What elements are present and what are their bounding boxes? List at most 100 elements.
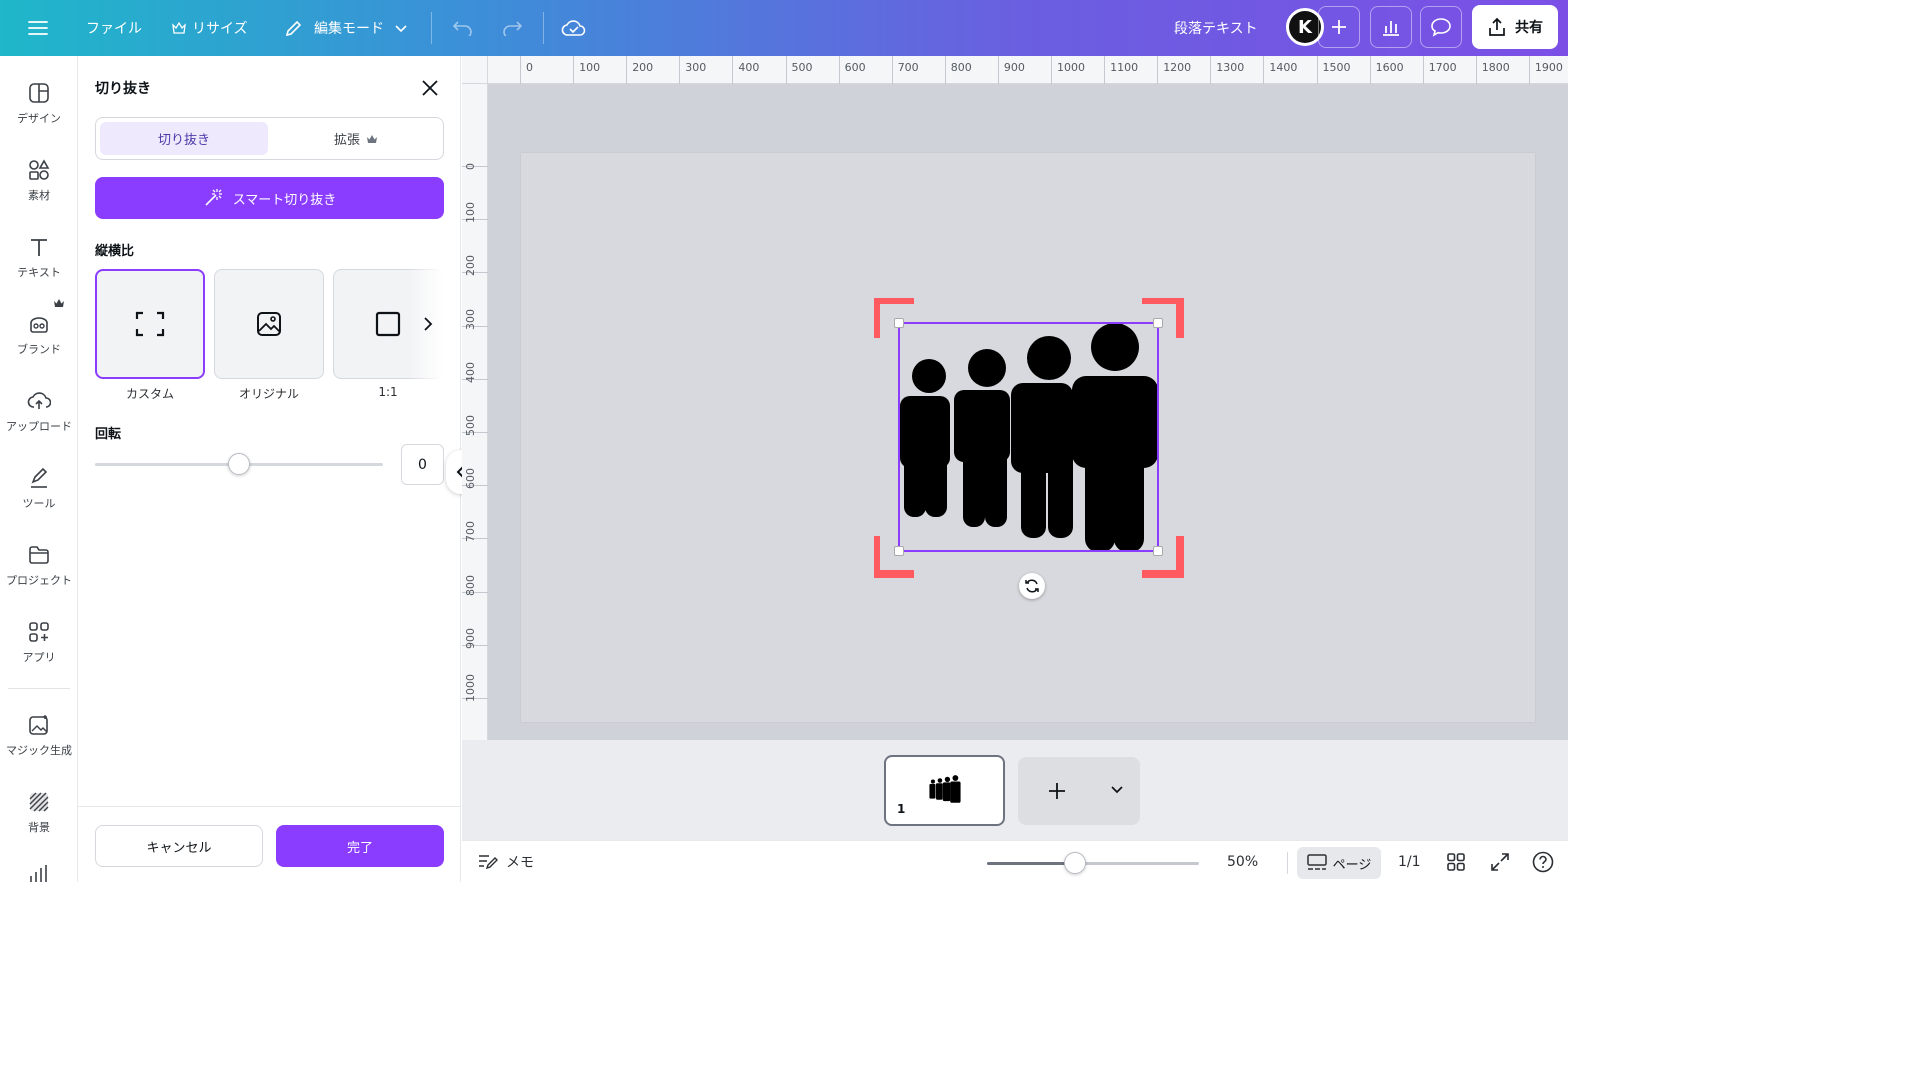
- share-label: 共有: [1515, 20, 1543, 36]
- ruler-tick: [891, 56, 893, 84]
- sidebar-item-label: テキスト: [17, 266, 61, 279]
- page-thumbnails-strip: [462, 740, 1568, 840]
- sidebar-item-elements[interactable]: 素材: [0, 153, 78, 223]
- resize-handle[interactable]: [1153, 546, 1163, 556]
- sidebar-item-projects[interactable]: プロジェクト: [0, 538, 78, 608]
- close-button[interactable]: [418, 76, 442, 100]
- sidebar-item-tools[interactable]: ツール: [0, 461, 78, 531]
- ruler-label: 700: [897, 61, 919, 74]
- avatar-letter: K: [1289, 11, 1321, 43]
- vertical-ruler: 0 100 200 300 400 500 600 700 800 900 1000: [462, 84, 488, 740]
- brand-icon: [30, 317, 48, 333]
- sidebar-item-label: マジック生成: [6, 744, 72, 757]
- ratio-label: 1:1: [378, 385, 398, 399]
- resize-handle[interactable]: [894, 318, 904, 328]
- help-button[interactable]: [1532, 841, 1554, 883]
- sidebar-item-label: プロジェクト: [6, 574, 72, 587]
- done-button[interactable]: 完了: [276, 825, 444, 867]
- ruler-label: 1900: [1534, 61, 1563, 74]
- ruler-label: 1800: [1481, 61, 1510, 74]
- sidebar-divider: [8, 688, 70, 689]
- ruler-tick: [838, 56, 840, 84]
- resize-button[interactable]: リサイズ: [172, 0, 248, 56]
- tab-expand-label: 拡張: [333, 133, 360, 148]
- panel-footer-divider: [78, 806, 461, 807]
- crown-icon: [54, 299, 64, 307]
- background-pattern-icon: [29, 792, 49, 812]
- cloud-save-status[interactable]: [561, 0, 587, 56]
- smart-crop-button[interactable]: スマート切り抜き: [95, 177, 444, 219]
- folder-icon: [29, 546, 49, 564]
- ruler-label: 100: [464, 202, 477, 224]
- crown-icon: [172, 22, 186, 34]
- sidebar-item-magic-media[interactable]: マジック生成: [0, 708, 78, 778]
- notes-button[interactable]: メモ: [478, 841, 534, 883]
- ruler-label: 1200: [1163, 61, 1192, 74]
- notes-label: メモ: [506, 855, 534, 871]
- ruler-label: 200: [632, 61, 654, 74]
- chart-icon[interactable]: [28, 864, 50, 882]
- chevron-down-icon[interactable]: [1110, 785, 1124, 795]
- comments-button[interactable]: [1420, 6, 1462, 48]
- sidebar-item-brand[interactable]: ブランド: [0, 307, 78, 377]
- rotation-slider-handle[interactable]: [228, 453, 250, 475]
- paragraph-text-label[interactable]: 段落テキスト: [1174, 0, 1258, 56]
- ratio-option-original[interactable]: [214, 269, 324, 379]
- ruler-label: 800: [464, 574, 477, 596]
- ruler-label: 600: [464, 468, 477, 490]
- page-number: 1: [897, 802, 906, 816]
- menu-button[interactable]: [28, 0, 48, 56]
- resize-handle[interactable]: [1153, 318, 1163, 328]
- edit-mode-dropdown[interactable]: 編集モード: [284, 0, 408, 56]
- ratio-option-custom[interactable]: [95, 269, 205, 379]
- ruler-label: 200: [464, 255, 477, 277]
- ruler-label: 1300: [1216, 61, 1245, 74]
- ruler-tick: [1263, 56, 1265, 84]
- top-toolbar: ファイル リサイズ 編集モード 段落テキスト K 共有: [0, 0, 1568, 56]
- cancel-button[interactable]: キャンセル: [95, 825, 263, 867]
- ruler-label: 500: [791, 61, 813, 74]
- page-view-button[interactable]: ページ: [1297, 847, 1381, 879]
- zoom-level[interactable]: 50%: [1227, 841, 1258, 883]
- page-thumbnail[interactable]: 1: [884, 755, 1005, 826]
- crown-icon: [367, 134, 377, 143]
- share-button[interactable]: 共有: [1472, 5, 1558, 49]
- hamburger-icon: [28, 21, 48, 35]
- tab-expand[interactable]: 拡張: [272, 122, 440, 155]
- ruler-label: 1700: [1428, 61, 1457, 74]
- sidebar-item-uploads[interactable]: アップロード: [0, 384, 78, 454]
- add-collaborator-button[interactable]: [1318, 6, 1360, 48]
- expand-icon: [1491, 853, 1509, 871]
- bar-chart-icon: [1383, 21, 1399, 36]
- crop-frame[interactable]: [894, 318, 1163, 556]
- ruler-tick: [1422, 56, 1424, 84]
- add-page-button[interactable]: [1018, 757, 1140, 825]
- chevron-right-icon[interactable]: [421, 315, 435, 333]
- ruler-label: 1600: [1375, 61, 1404, 74]
- fullscreen-button[interactable]: [1490, 841, 1510, 883]
- zoom-slider-handle[interactable]: [1064, 852, 1086, 874]
- resize-handle[interactable]: [894, 546, 904, 556]
- sidebar-item-label: アプリ: [22, 651, 56, 664]
- ruler-tick: [1210, 56, 1212, 84]
- rotate-handle[interactable]: [1019, 573, 1045, 599]
- sidebar-item-design[interactable]: デザイン: [0, 76, 78, 146]
- file-menu[interactable]: ファイル: [86, 0, 142, 56]
- text-icon: [31, 239, 47, 256]
- page-layout-icon: [1306, 854, 1327, 870]
- undo-button[interactable]: [452, 0, 474, 56]
- plus-icon: [1332, 20, 1346, 34]
- shapes-icon: [29, 159, 50, 180]
- grid-view-button[interactable]: [1446, 841, 1466, 883]
- ruler-tick: [679, 56, 681, 84]
- ruler-label: 800: [950, 61, 972, 74]
- rotation-input[interactable]: 0: [401, 444, 444, 485]
- redo-button[interactable]: [501, 0, 523, 56]
- edit-mode-label: 編集モード: [314, 21, 384, 37]
- freeform-crop-icon: [135, 311, 165, 337]
- sidebar-item-apps[interactable]: アプリ: [0, 615, 78, 685]
- sidebar-item-text[interactable]: テキスト: [0, 230, 78, 300]
- sidebar-item-background[interactable]: 背景: [0, 785, 78, 855]
- tab-crop[interactable]: 切り抜き: [100, 122, 268, 155]
- insights-button[interactable]: [1370, 6, 1412, 48]
